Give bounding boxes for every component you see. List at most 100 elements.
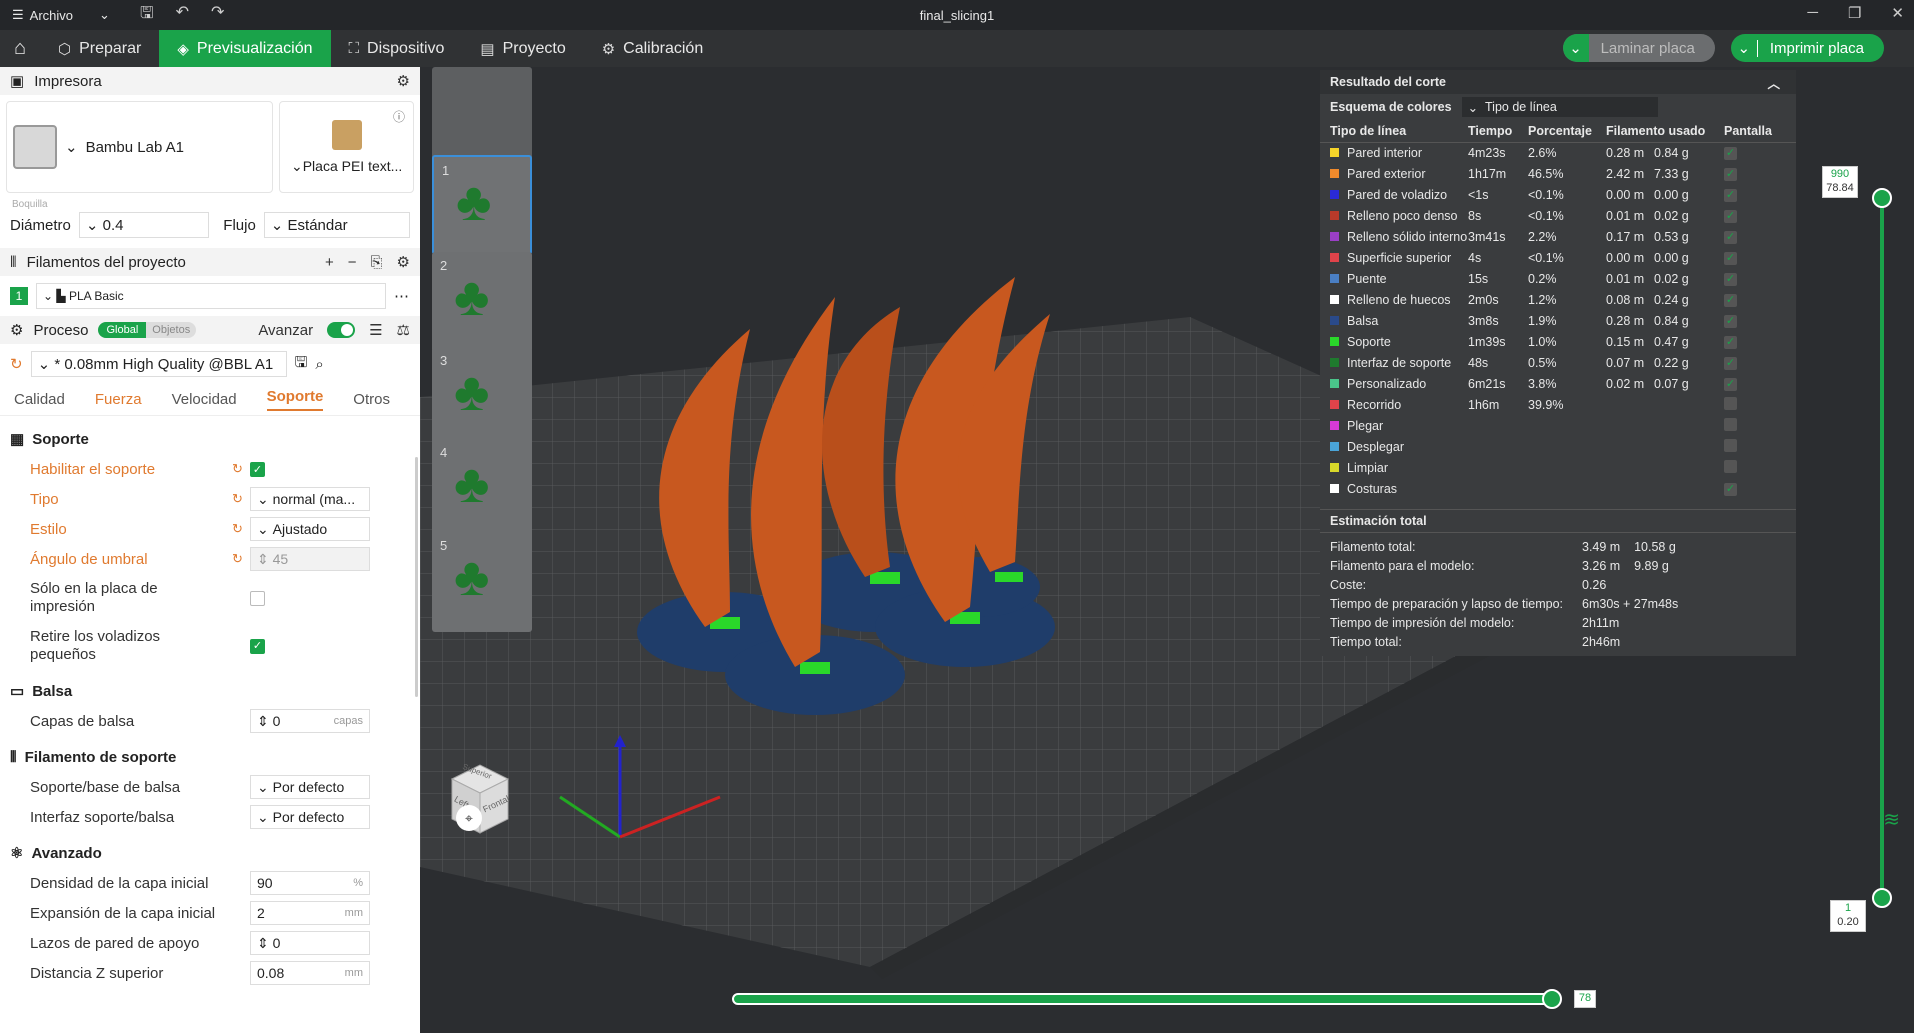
print-plate-button[interactable]: ⌄ Imprimir placa — [1730, 34, 1884, 62]
plate-thumbnail[interactable]: 2 ♣ — [432, 252, 532, 352]
undo-icon[interactable]: ↶ — [176, 2, 189, 29]
info-icon[interactable]: ⓘ — [393, 108, 405, 125]
layer-slider-top-handle[interactable] — [1872, 188, 1892, 208]
visibility-checkbox[interactable] — [1724, 438, 1737, 452]
list-icon[interactable]: ☰ — [369, 321, 382, 339]
profile-select[interactable]: ⌄ * 0.08mm High Quality @BBL A1 — [30, 351, 287, 377]
sidebar-scrollbar[interactable] — [415, 457, 418, 697]
tab-strength[interactable]: Fuerza — [95, 391, 142, 408]
initial-density-input[interactable]: 90% — [250, 871, 370, 895]
visibility-checkbox[interactable]: ✓ — [1724, 378, 1737, 391]
file-menu[interactable]: ☰ Archivo ⌄ — [0, 7, 120, 23]
remove-small-checkbox[interactable]: ✓ — [250, 638, 265, 654]
advanced-switch[interactable] — [327, 322, 356, 338]
layer-slider[interactable] — [1880, 190, 1884, 900]
minimize-icon[interactable]: ─ — [1807, 4, 1818, 22]
visibility-checkbox[interactable] — [1724, 417, 1737, 431]
only-plate-checkbox[interactable] — [250, 590, 265, 606]
save-icon[interactable]: 🖫 — [140, 2, 154, 29]
view-cube[interactable]: Superior Left Frontal — [440, 757, 520, 837]
sync-icon[interactable]: ⎘ — [371, 254, 383, 271]
maximize-icon[interactable]: ❐ — [1848, 4, 1861, 22]
printer-selector[interactable]: ⌄ Bambu Lab A1 — [6, 101, 274, 193]
layer-slider-bottom-handle[interactable] — [1872, 888, 1892, 908]
collapse-icon[interactable]: ︿ — [1767, 73, 1780, 92]
tab-support[interactable]: Soporte — [266, 388, 324, 411]
search-icon[interactable]: ⌕ — [315, 356, 323, 373]
save-icon[interactable]: 🖫 — [295, 352, 308, 377]
visibility-checkbox[interactable]: ✓ — [1724, 147, 1737, 161]
move-slider-handle[interactable] — [1542, 989, 1562, 1009]
gear-icon[interactable]: ⚙ — [397, 253, 410, 271]
visibility-checkbox[interactable]: ✓ — [1724, 210, 1737, 223]
remove-icon[interactable]: − — [348, 254, 357, 271]
visibility-checkbox[interactable]: ✓ — [1724, 315, 1737, 328]
top-z-input[interactable]: 0.08 mm — [250, 961, 370, 985]
compare-icon[interactable]: ⚖ — [397, 321, 410, 339]
support-type-select[interactable]: ⌄ normal (ma... — [250, 487, 370, 511]
move-slider[interactable] — [732, 993, 1556, 1005]
tab-calibration[interactable]: ⚙ Calibración — [584, 30, 722, 67]
support-type-label: Tipo — [30, 490, 59, 508]
support-icon: ▦ — [10, 431, 25, 448]
wall-loops-input[interactable]: ⇕ 0 — [250, 931, 370, 955]
gear-icon[interactable]: ⚙ — [397, 72, 410, 90]
tab-project[interactable]: ▤ Proyecto — [462, 30, 583, 67]
add-icon[interactable]: + — [325, 254, 334, 271]
home-icon[interactable]: ⌂ — [0, 30, 40, 67]
reset-icon[interactable]: ↻ — [10, 355, 23, 373]
support-base-select[interactable]: ⌄ Por defecto — [250, 775, 370, 799]
plate-thumbnail[interactable]: 1 ♣ — [432, 155, 532, 255]
plate-type-selector[interactable]: ⓘ ⌄Placa PEI text... — [279, 101, 414, 193]
filament-select[interactable]: ⌄ ▙ PLA Basic — [36, 283, 386, 309]
visibility-checkbox[interactable]: ✓ — [1724, 294, 1737, 307]
enable-support-checkbox[interactable]: ✓ — [250, 461, 265, 477]
initial-expansion-input[interactable]: 2 mm — [250, 901, 370, 925]
plate-thumbnail[interactable]: 3 ♣ — [432, 347, 532, 447]
line-type-percent: 1.2% — [1528, 292, 1557, 307]
support-interface-select[interactable]: ⌄ Por defecto — [250, 805, 370, 829]
tab-others[interactable]: Otros — [353, 391, 390, 408]
filament-index[interactable]: 1 — [10, 287, 28, 305]
redo-icon[interactable]: ↷ — [211, 2, 224, 29]
visibility-checkbox[interactable]: ✓ — [1724, 483, 1737, 496]
reset-icon[interactable]: ↻ — [232, 491, 243, 507]
reset-icon[interactable]: ↻ — [232, 461, 243, 477]
visibility-checkbox[interactable] — [1724, 459, 1737, 473]
main-toolbar: ⌂ ⬡ Preparar ◈ Previsualización ⛶ Dispositi… — [0, 30, 1914, 67]
visibility-checkbox[interactable]: ✓ — [1724, 357, 1737, 370]
plate-thumbnail[interactable]: 5 ♣ — [432, 532, 532, 632]
tab-quality[interactable]: Calidad — [14, 391, 65, 408]
flow-select[interactable]: ⌄ Estándar — [263, 212, 410, 238]
fit-view-icon[interactable]: ⌖ — [456, 805, 482, 831]
reset-icon[interactable]: ↻ — [232, 551, 243, 567]
visibility-checkbox[interactable]: ✓ — [1724, 252, 1737, 265]
support-style-select[interactable]: ⌄ Ajustado — [250, 517, 370, 541]
slice-plate-button[interactable]: ⌄ Laminar placa — [1562, 34, 1715, 62]
tab-device[interactable]: ⛶ Dispositivo — [331, 30, 463, 67]
visibility-checkbox[interactable]: ✓ — [1724, 231, 1737, 244]
diameter-select[interactable]: ⌄ 0.4 — [78, 212, 210, 238]
visibility-checkbox[interactable]: ✓ — [1724, 273, 1737, 286]
reset-icon[interactable]: ↻ — [232, 521, 243, 537]
color-swatch — [1330, 483, 1339, 493]
visibility-checkbox[interactable]: ✓ — [1724, 189, 1737, 202]
tab-preview[interactable]: ◈ Previsualización — [159, 30, 331, 67]
chevron-down-icon[interactable]: ⌄ — [1731, 34, 1757, 62]
visibility-checkbox[interactable] — [1724, 396, 1737, 410]
color-scheme-select[interactable]: ⌄ Tipo de línea — [1461, 97, 1658, 117]
tab-speed[interactable]: Velocidad — [172, 391, 237, 408]
plate-thumbnail[interactable]: 4 ♣ — [432, 439, 532, 539]
visibility-checkbox[interactable]: ✓ — [1724, 168, 1737, 181]
layers-toggle-icon[interactable]: ≋ — [1883, 807, 1900, 832]
threshold-angle-input[interactable]: ⇕ 45 — [250, 547, 370, 571]
chevron-down-icon[interactable]: ⌄ — [1562, 34, 1589, 62]
objects-toggle[interactable]: Objetos — [146, 322, 197, 338]
global-toggle[interactable]: Global — [98, 322, 147, 338]
raft-layers-input[interactable]: ⇕ 0 capas — [250, 709, 370, 733]
plate-thumbnail-add[interactable] — [432, 67, 532, 167]
more-icon[interactable]: ⋯ — [394, 287, 409, 305]
visibility-checkbox[interactable]: ✓ — [1724, 336, 1737, 349]
tab-prepare[interactable]: ⬡ Preparar — [40, 30, 159, 67]
close-icon[interactable]: ✕ — [1891, 4, 1904, 22]
